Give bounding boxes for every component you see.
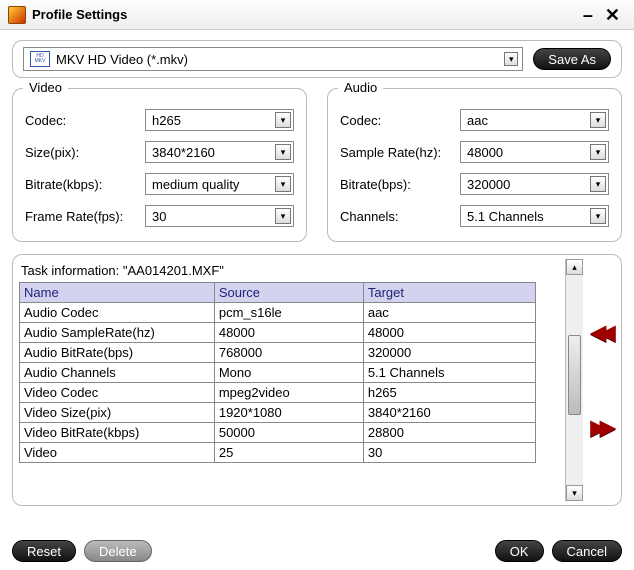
audio-channels-label: Channels: [340, 209, 460, 224]
video-size-label: Size(pix): [25, 145, 145, 160]
video-legend: Video [23, 80, 68, 95]
titlebar: Profile Settings – ✕ [0, 0, 634, 30]
scroll-thumb[interactable] [568, 335, 581, 415]
table-row: Audio Codecpcm_s16leaac [20, 303, 536, 323]
ok-button[interactable]: OK [495, 540, 544, 562]
audio-rate-select[interactable]: 48000 ▾ [460, 141, 609, 163]
task-caption: Task information: "AA014201.MXF" [19, 261, 563, 282]
video-fps-label: Frame Rate(fps): [25, 209, 145, 224]
footer: Reset Delete OK Cancel [12, 540, 622, 562]
table-row: Video BitRate(kbps)5000028800 [20, 423, 536, 443]
chevron-down-icon: ▾ [590, 144, 606, 160]
audio-legend: Audio [338, 80, 383, 95]
task-info-panel: Task information: "AA014201.MXF" Name So… [12, 254, 622, 506]
table-row: Audio BitRate(bps)768000320000 [20, 343, 536, 363]
video-codec-select[interactable]: h265 ▾ [145, 109, 294, 131]
reset-button[interactable]: Reset [12, 540, 76, 562]
col-name: Name [20, 283, 215, 303]
video-bitrate-select[interactable]: medium quality ▾ [145, 173, 294, 195]
table-row: Video Codecmpeg2videoh265 [20, 383, 536, 403]
table-row: Audio ChannelsMono5.1 Channels [20, 363, 536, 383]
audio-bitrate-label: Bitrate(bps): [340, 177, 460, 192]
audio-codec-label: Codec: [340, 113, 460, 128]
chevron-down-icon: ▾ [590, 208, 606, 224]
video-bitrate-label: Bitrate(kbps): [25, 177, 145, 192]
close-button[interactable]: ✕ [599, 6, 626, 24]
profile-row: HD MKV MKV HD Video (*.mkv) ▾ Save As [12, 40, 622, 78]
cancel-button[interactable]: Cancel [552, 540, 622, 562]
chevron-down-icon: ▾ [590, 112, 606, 128]
audio-channels-select[interactable]: 5.1 Channels ▾ [460, 205, 609, 227]
chevron-down-icon: ▾ [275, 144, 291, 160]
audio-codec-select[interactable]: aac ▾ [460, 109, 609, 131]
video-group: Video Codec: h265 ▾ Size(pix): 3840*2160… [12, 88, 307, 242]
audio-bitrate-select[interactable]: 320000 ▾ [460, 173, 609, 195]
table-row: Audio SampleRate(hz)4800048000 [20, 323, 536, 343]
table-row: Video Size(pix)1920*10803840*2160 [20, 403, 536, 423]
vertical-scrollbar[interactable]: ▴ ▾ [565, 259, 583, 501]
scroll-track[interactable] [566, 275, 583, 485]
audio-rate-label: Sample Rate(hz): [340, 145, 460, 160]
chevron-down-icon: ▾ [590, 176, 606, 192]
window-title: Profile Settings [32, 7, 577, 22]
profile-format-select[interactable]: HD MKV MKV HD Video (*.mkv) ▾ [23, 47, 523, 71]
chevron-down-icon: ▾ [275, 208, 291, 224]
scroll-up-icon[interactable]: ▴ [566, 259, 583, 275]
col-target: Target [363, 283, 535, 303]
prev-task-button[interactable]: ◀◀ [591, 320, 610, 345]
next-task-button[interactable]: ▶▶ [591, 415, 610, 440]
video-codec-label: Codec: [25, 113, 145, 128]
col-source: Source [214, 283, 363, 303]
scroll-down-icon[interactable]: ▾ [566, 485, 583, 501]
video-fps-select[interactable]: 30 ▾ [145, 205, 294, 227]
save-as-button[interactable]: Save As [533, 48, 611, 70]
profile-format-value: MKV HD Video (*.mkv) [56, 52, 188, 67]
delete-button[interactable]: Delete [84, 540, 152, 562]
chevron-down-icon: ▾ [275, 176, 291, 192]
minimize-button[interactable]: – [577, 6, 599, 24]
audio-group: Audio Codec: aac ▾ Sample Rate(hz): 4800… [327, 88, 622, 242]
chevron-down-icon: ▾ [275, 112, 291, 128]
video-size-select[interactable]: 3840*2160 ▾ [145, 141, 294, 163]
format-icon: HD MKV [30, 51, 50, 67]
chevron-down-icon: ▾ [504, 52, 518, 66]
table-row: Video2530 [20, 443, 536, 463]
app-icon [8, 6, 26, 24]
task-info-table: Name Source Target Audio Codecpcm_s16lea… [19, 282, 536, 463]
